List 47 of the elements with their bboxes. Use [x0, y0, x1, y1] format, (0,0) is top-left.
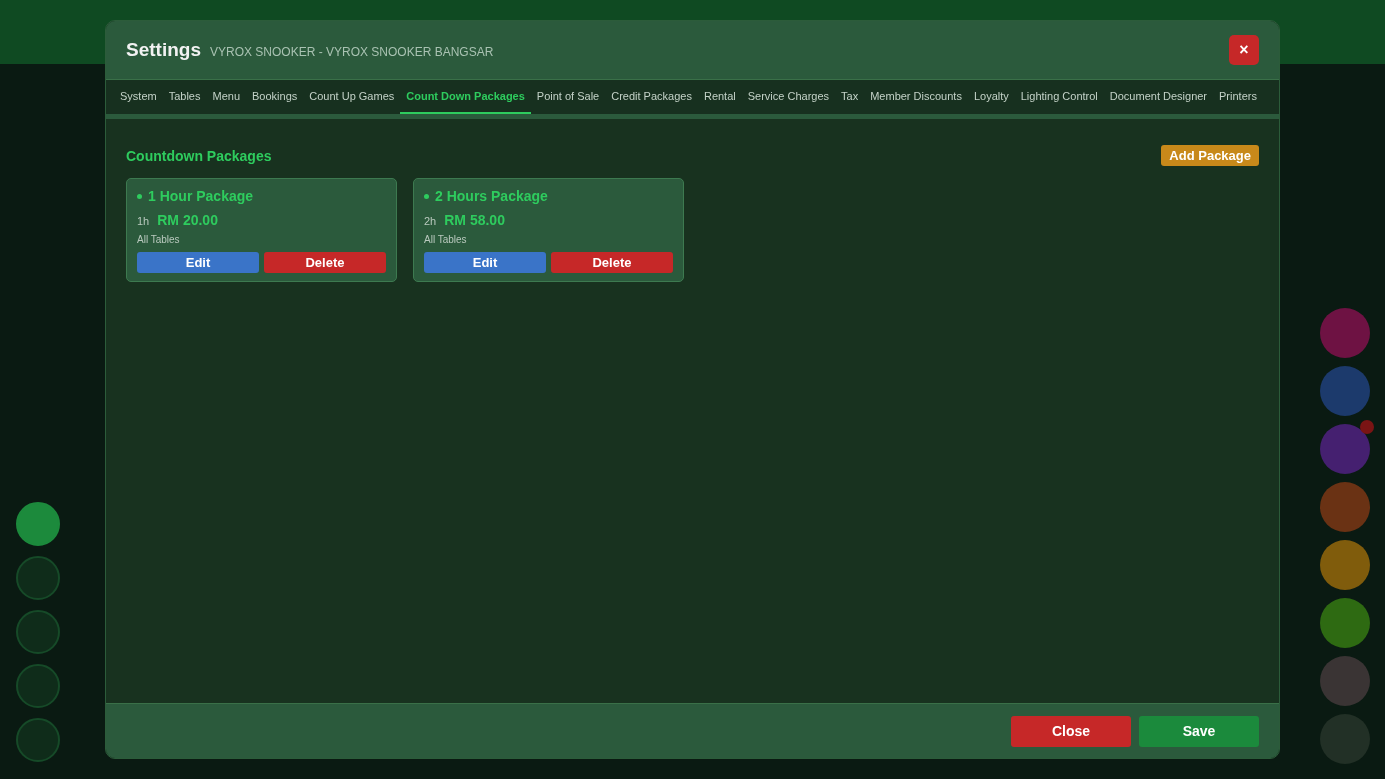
bullet-icon [424, 193, 429, 199]
edit-button[interactable]: Edit [424, 252, 546, 273]
round-action-button[interactable] [1320, 366, 1370, 416]
side-button[interactable] [16, 610, 60, 654]
round-action-button[interactable] [1320, 308, 1370, 358]
package-price: RM 58.00 [444, 212, 505, 228]
close-button[interactable]: Close [1011, 715, 1131, 747]
settings-tab[interactable]: Service Charges [741, 80, 836, 114]
settings-tab[interactable]: Credit Packages [605, 80, 698, 114]
close-button[interactable]: × [1229, 35, 1259, 65]
package-scope: All Tables [424, 234, 468, 245]
settings-tab[interactable]: Count Up Games [303, 80, 401, 114]
side-button[interactable] [16, 664, 60, 708]
settings-tab[interactable]: Member Discounts [864, 80, 968, 114]
side-button[interactable] [16, 718, 60, 762]
settings-tab[interactable]: Point of Sale [530, 80, 606, 114]
round-action-button[interactable] [1320, 656, 1370, 706]
settings-tab[interactable]: System [114, 80, 163, 114]
round-action-button[interactable] [1320, 540, 1370, 590]
round-action-button[interactable] [1320, 598, 1370, 648]
package-price: RM 20.00 [157, 212, 218, 228]
round-action-button[interactable] [1320, 482, 1370, 532]
section-title: Countdown Packages [126, 147, 272, 164]
settings-tab[interactable]: Rental [697, 80, 742, 114]
package-name: 2 Hours Package [435, 188, 548, 204]
settings-tab[interactable]: Tax [835, 80, 865, 114]
dialog-title: Settings [126, 39, 201, 61]
delete-button[interactable]: Delete [551, 252, 673, 273]
delete-button[interactable]: Delete [264, 252, 386, 273]
side-button[interactable] [16, 556, 60, 600]
settings-tab[interactable]: Tables [162, 80, 207, 114]
side-button[interactable] [16, 502, 60, 546]
save-button[interactable]: Save [1139, 715, 1259, 747]
package-name: 1 Hour Package [148, 188, 254, 204]
settings-tab[interactable]: Printers [1213, 80, 1263, 114]
settings-tab[interactable]: Document Designer [1103, 80, 1214, 114]
settings-tab[interactable]: Loyalty [967, 80, 1015, 114]
package-scope: All Tables [137, 234, 181, 245]
settings-tab[interactable]: Menu [206, 80, 246, 114]
settings-tab[interactable]: Lighting Control [1014, 80, 1104, 114]
settings-tab[interactable]: Bookings [246, 80, 304, 114]
package-duration: 2h [424, 215, 437, 227]
round-action-button[interactable] [1320, 714, 1370, 764]
dialog-subtitle: VYROX SNOOKER - VYROX SNOOKER BANGSAR [209, 44, 494, 59]
package-duration: 1h [137, 215, 150, 227]
edit-button[interactable]: Edit [137, 252, 259, 273]
bullet-icon [137, 193, 142, 199]
